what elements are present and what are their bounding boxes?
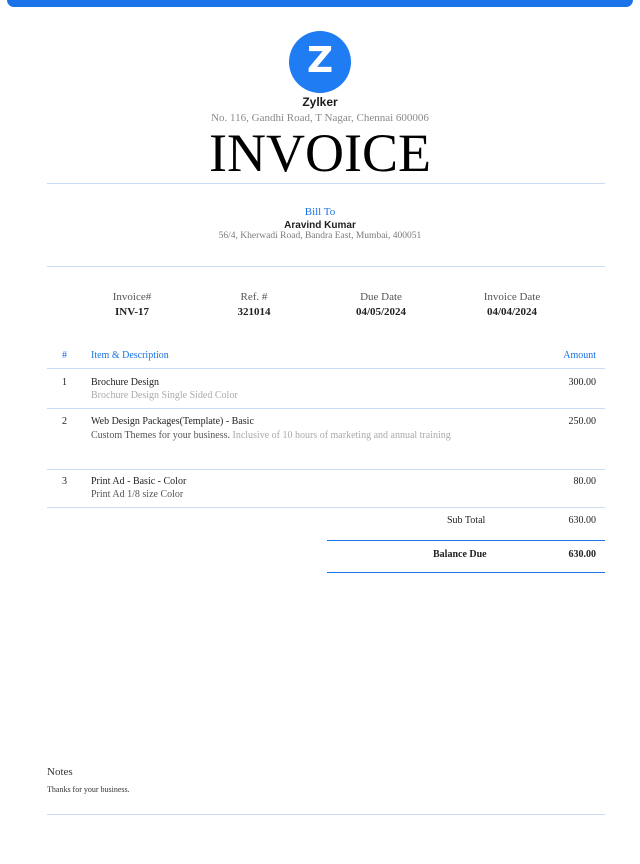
item-name: Web Design Packages(Template) - Basic [91, 416, 254, 427]
item-amount: 80.00 [573, 476, 597, 487]
totals-divider [327, 572, 605, 573]
item-description: Print Ad 1/8 size Color [91, 489, 183, 500]
balance-due-label: Balance Due [433, 549, 487, 560]
item-description-main: Print Ad 1/8 size Color [91, 489, 184, 500]
bill-to-label: Bill To [304, 206, 336, 218]
item-amount: 250.00 [568, 416, 597, 427]
meta-label: Ref. # [240, 291, 268, 303]
row-number: 1 [62, 377, 67, 388]
divider [47, 266, 605, 267]
meta-value: INV-17 [114, 306, 149, 318]
logo-letter: Z [306, 40, 334, 81]
balance-due-value: 630.00 [568, 549, 597, 560]
item-description: Brochure Design Single Sided Color [91, 390, 238, 401]
column-header-amount: Amount [563, 350, 596, 361]
company-name: Zylker [302, 95, 338, 109]
item-description-main: Custom Themes for your business. [91, 430, 230, 441]
item-description-detail: Brochure Design Single Sided Color [91, 390, 238, 401]
meta-ref-number: Ref. # 321014 [199, 291, 309, 318]
item-description: Custom Themes for your business. Inclusi… [91, 430, 451, 441]
top-accent-bar [7, 0, 633, 7]
meta-value: 321014 [237, 306, 271, 318]
row-divider [47, 469, 605, 470]
meta-invoice-date: Invoice Date 04/04/2024 [457, 291, 567, 318]
column-header-number: # [62, 350, 67, 361]
meta-label: Invoice# [112, 291, 152, 303]
bill-to-address: 56/4, Kherwadi Road, Bandra East, Mumbai… [218, 231, 422, 241]
meta-label: Due Date [360, 291, 402, 303]
divider [47, 183, 605, 184]
meta-label: Invoice Date [483, 291, 541, 303]
column-header-item: Item & Description [91, 350, 169, 361]
item-amount: 300.00 [568, 377, 597, 388]
company-logo: Z [289, 31, 351, 93]
footer-divider [47, 814, 605, 815]
table-header-divider [47, 368, 605, 369]
meta-value: 04/05/2024 [355, 306, 407, 318]
item-name: Print Ad - Basic - Color [91, 476, 187, 487]
row-divider [47, 507, 605, 508]
row-number: 2 [62, 416, 67, 427]
item-description-detail: Inclusive of 10 hours of marketing and a… [232, 430, 451, 441]
totals-divider [327, 540, 605, 541]
notes-title: Notes [47, 766, 73, 778]
item-name: Brochure Design [91, 377, 160, 388]
bill-to-name: Aravind Kumar [284, 220, 356, 231]
invoice-title: INVOICE [209, 123, 431, 183]
row-divider [47, 408, 605, 409]
meta-value: 04/04/2024 [486, 306, 538, 318]
notes-text: Thanks for your business. [47, 785, 130, 794]
sub-total-label: Sub Total [447, 515, 486, 526]
meta-invoice-number: Invoice# INV-17 [77, 291, 187, 318]
meta-due-date: Due Date 04/05/2024 [326, 291, 436, 318]
row-number: 3 [62, 476, 67, 487]
sub-total-value: 630.00 [568, 515, 597, 526]
